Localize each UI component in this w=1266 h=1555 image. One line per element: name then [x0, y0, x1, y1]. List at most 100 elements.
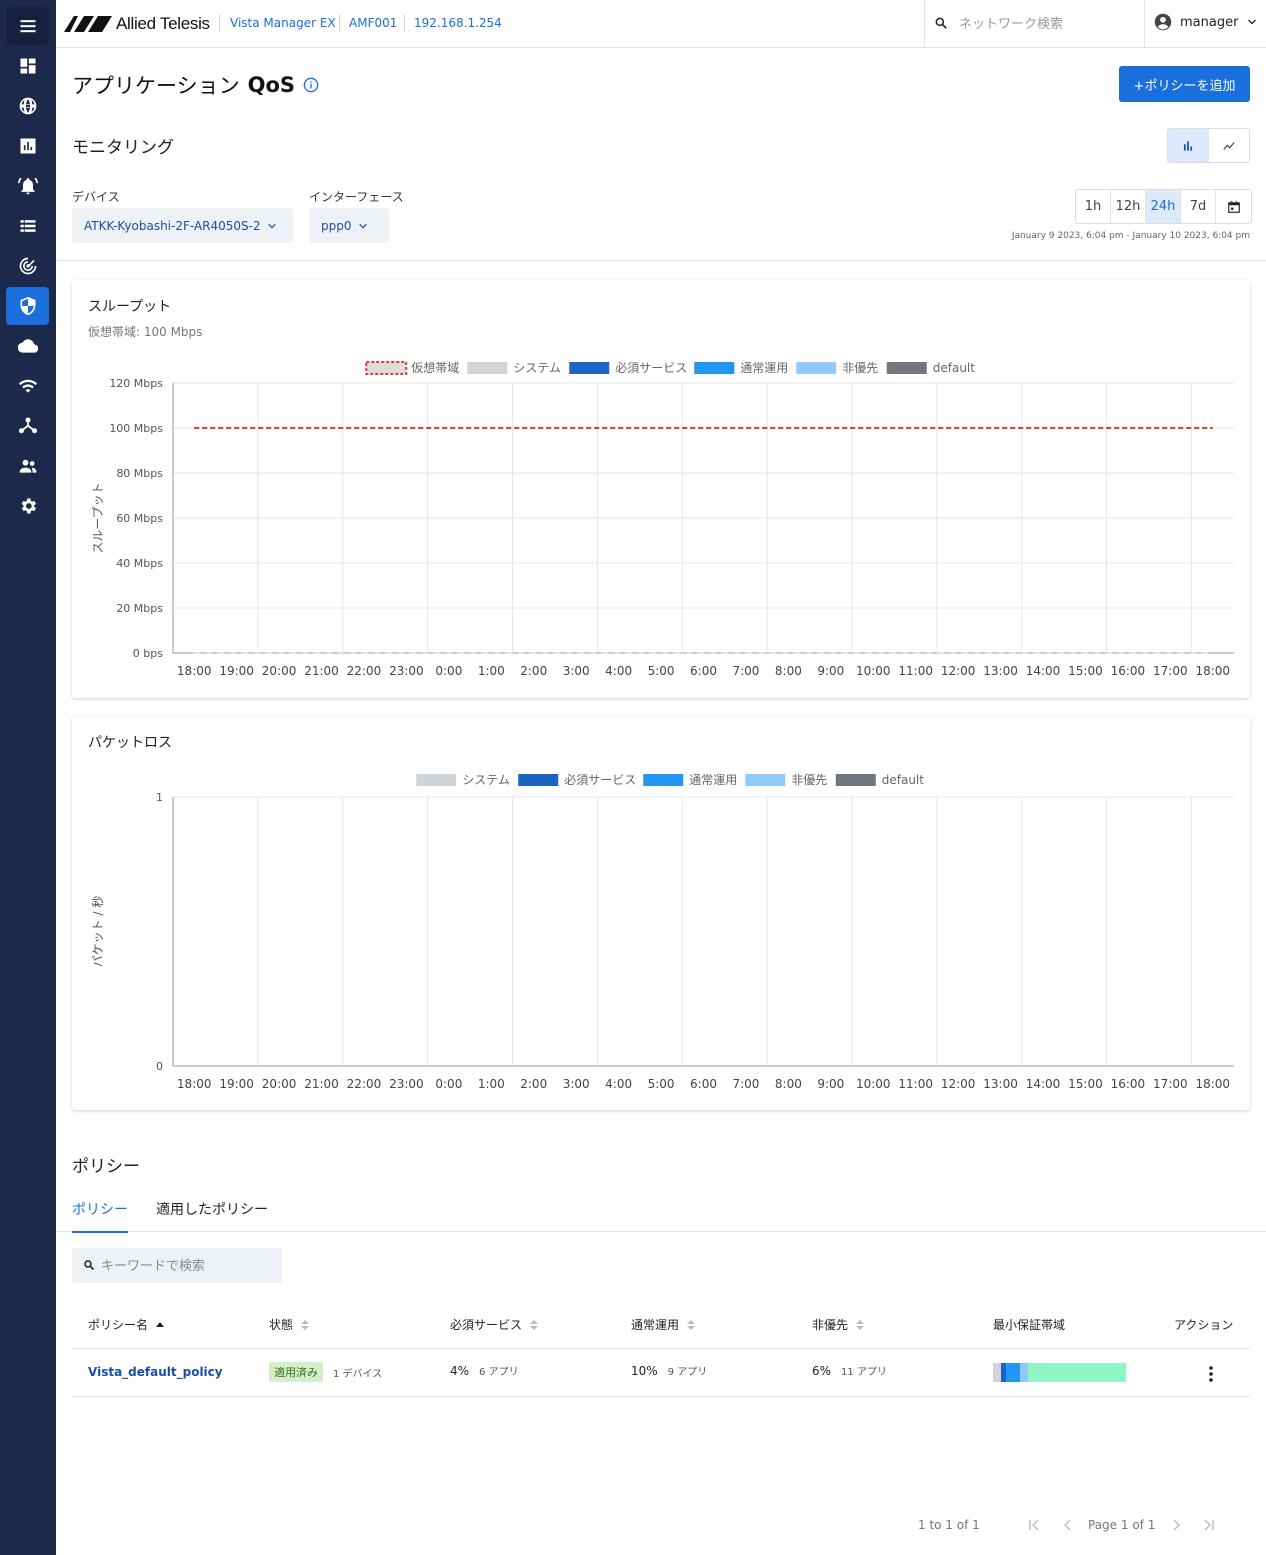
chart-icon[interactable] [6, 127, 49, 165]
pager-page: Page 1 of 1 [1088, 1518, 1156, 1532]
time-range-selector: 1h 12h 24h 7d [1075, 189, 1252, 224]
y-tick-label: 0 [156, 1060, 163, 1073]
search-icon [935, 17, 947, 29]
menu-icon[interactable] [6, 7, 49, 45]
pager-count: 1 to 1 of 1 [918, 1518, 980, 1532]
chevron-down-icon [267, 223, 276, 229]
dashboard-icon[interactable] [6, 47, 49, 85]
settings-icon[interactable] [6, 487, 49, 525]
column-label: 最小保証帯域 [993, 1318, 1066, 1332]
column-normal[interactable]: 通常運用 [631, 1316, 696, 1333]
legend-label: default [933, 361, 976, 375]
interface-label: インターフェース [309, 190, 404, 204]
keyword-search-input[interactable] [101, 1256, 271, 1276]
x-tick-label: 16:00 [1111, 1077, 1146, 1091]
x-tick-label: 2:00 [520, 1077, 547, 1091]
legend-label: 通常運用 [689, 773, 737, 787]
calendar-button[interactable] [1216, 190, 1251, 223]
users-icon[interactable] [6, 447, 49, 485]
bar-chart-icon [1184, 140, 1193, 151]
line-chart-icon [1223, 141, 1235, 150]
first-page-icon[interactable] [1028, 1519, 1040, 1531]
essential-percent: 4% [450, 1363, 470, 1378]
range-1h[interactable]: 1h [1076, 190, 1111, 223]
policy-tabs: ポリシー 適用したポリシー [56, 1190, 1266, 1233]
legend-label: 通常運用 [740, 361, 788, 375]
alarm-icon[interactable] [6, 167, 49, 205]
list-icon[interactable] [6, 207, 49, 245]
topology-icon[interactable] [6, 407, 49, 445]
x-tick-label: 11:00 [898, 664, 933, 678]
column-status[interactable]: 状態 [269, 1316, 310, 1333]
x-tick-label: 19:00 [219, 664, 254, 678]
packetloss-card: パケットロス システム 必須サービス 通常運用 非優先 default 0 1 18:00 19… [72, 716, 1250, 1110]
device-select[interactable]: ATKK-Kyobashi-2F-AR4050S-2 [72, 208, 293, 243]
range-24h[interactable]: 24h [1146, 190, 1181, 223]
add-policy-button[interactable]: +ポリシーを追加 [1119, 66, 1250, 102]
x-tick-label: 15:00 [1068, 664, 1103, 678]
prev-page-icon[interactable] [1062, 1519, 1074, 1531]
allied-telesis-logo[interactable]: Allied Telesis [64, 14, 210, 34]
column-policy-name[interactable]: ポリシー名 [88, 1316, 165, 1333]
legend-swatch [796, 362, 837, 374]
bandwidth-segment [993, 1363, 1001, 1382]
network-search-input[interactable] [959, 14, 1129, 34]
wifi-icon[interactable] [6, 367, 49, 405]
x-tick-label: 16:00 [1111, 664, 1146, 678]
breadcrumb-separator [219, 14, 220, 32]
y-tick-label: 120 Mbps [109, 377, 163, 390]
tab-applied-policy[interactable]: 適用したポリシー [156, 1199, 268, 1231]
account-icon [1154, 13, 1172, 31]
x-tick-label: 15:00 [1068, 1077, 1103, 1091]
table-row[interactable]: Vista_default_policy 適用済み 1 デバイス 4% 6 アプ… [72, 1349, 1250, 1397]
legend-label: 非優先 [842, 361, 878, 375]
top-header: Allied Telesis Vista Manager EX AMF001 1… [56, 0, 1266, 48]
breadcrumb-amf[interactable]: AMF001 [349, 16, 397, 30]
x-tick-label: 1:00 [478, 1077, 505, 1091]
legend-label: システム [462, 773, 510, 787]
status-badge: 適用済み [269, 1362, 323, 1382]
info-icon[interactable] [303, 77, 319, 93]
device-count: 1 デバイス [333, 1368, 383, 1380]
legend-swatch [569, 362, 610, 374]
policy-name-cell: Vista_default_policy [88, 1365, 223, 1379]
x-tick-label: 0:00 [435, 664, 462, 678]
radar-icon[interactable] [6, 247, 49, 285]
breadcrumb-ip[interactable]: 192.168.1.254 [414, 16, 502, 30]
status-cell: 適用済み 1 デバイス [269, 1362, 382, 1382]
range-12h[interactable]: 12h [1111, 190, 1146, 223]
low-priority-apps: 11 アプリ [841, 1367, 887, 1378]
logo-text: Allied Telesis [116, 14, 210, 33]
y-tick-label: 40 Mbps [116, 557, 163, 570]
user-menu[interactable]: manager [1154, 13, 1258, 31]
policy-name-link[interactable]: Vista_default_policy [88, 1365, 223, 1379]
x-tick-label: 18:00 [177, 664, 212, 678]
globe-icon[interactable] [6, 87, 49, 125]
normal-cell: 10% 9 アプリ [631, 1363, 707, 1379]
next-page-icon[interactable] [1170, 1519, 1182, 1531]
more-vert-icon[interactable] [1206, 1365, 1216, 1383]
column-essential[interactable]: 必須サービス [450, 1316, 539, 1333]
legend-swatch [745, 774, 786, 786]
breadcrumb-vista-manager[interactable]: Vista Manager EX [230, 16, 336, 30]
x-tick-label: 12:00 [941, 1077, 976, 1091]
cloud-icon[interactable] [6, 327, 49, 365]
column-action: アクション [1174, 1316, 1233, 1333]
interface-select[interactable]: ppp0 [309, 208, 389, 243]
last-page-icon[interactable] [1203, 1519, 1215, 1531]
low-priority-percent: 6% [812, 1363, 832, 1378]
x-tick-label: 7:00 [732, 664, 759, 678]
y-axis-label: パケット / 秒 [91, 896, 105, 968]
column-low-priority[interactable]: 非優先 [812, 1316, 865, 1333]
bar-view-button[interactable] [1168, 129, 1209, 162]
column-label: ポリシー名 [88, 1318, 149, 1332]
chart-view-toggle [1167, 128, 1250, 163]
line-view-button[interactable] [1209, 129, 1250, 162]
tab-policy[interactable]: ポリシー [72, 1199, 128, 1233]
shield-icon[interactable] [6, 287, 49, 325]
range-7d[interactable]: 7d [1181, 190, 1216, 223]
table-header: ポリシー名 状態 必須サービス 通常運用 非優先 最小保証帯域 アクション [72, 1303, 1250, 1349]
x-tick-label: 5:00 [648, 664, 675, 678]
x-tick-label: 8:00 [775, 664, 802, 678]
x-tick-label: 13:00 [983, 1077, 1018, 1091]
